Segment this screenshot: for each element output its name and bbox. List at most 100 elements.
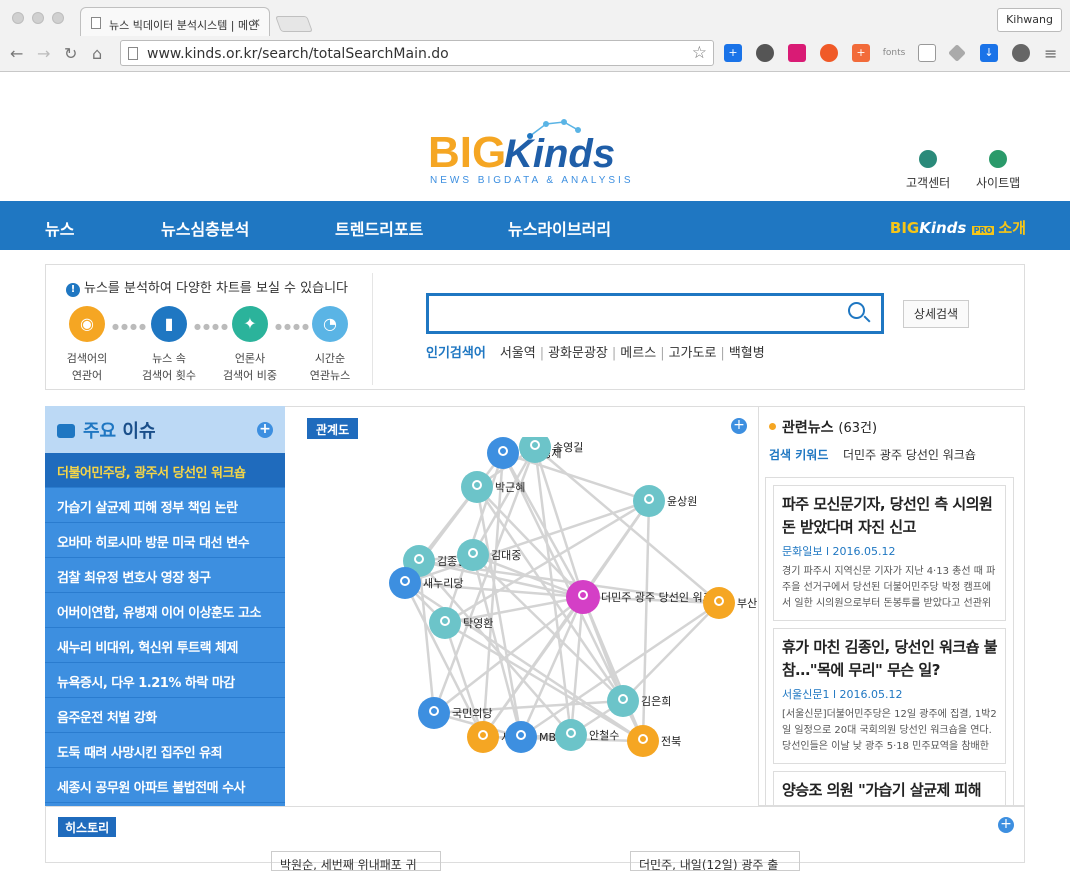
graph-node-circle[interactable]: [389, 567, 421, 599]
search-icon[interactable]: [848, 302, 865, 319]
graph-node-person[interactable]: 윤상원: [633, 485, 697, 517]
popular-keyword[interactable]: 메르스: [620, 346, 656, 361]
relation-graph[interactable]: 한국경제송영길박근혜윤상원김종인김대중새누리당더민주 광주 당선인 워크숍부산탁…: [285, 437, 758, 807]
compass-icon[interactable]: ✦: [232, 306, 268, 342]
popular-keyword[interactable]: 광화문광장: [548, 346, 608, 361]
issue-item[interactable]: 도둑 때려 사망시킨 집주인 유죄: [45, 733, 285, 768]
tool-label-timeline[interactable]: 시간순 연관뉴스: [290, 350, 370, 384]
history-card[interactable]: 더민주, 내일(12일) 광주 출: [630, 851, 800, 871]
issue-item[interactable]: 새누리 비대위, 혁신위 투트랙 체제: [45, 628, 285, 663]
graph-more-icon[interactable]: +: [731, 418, 747, 434]
tool-label-related-words[interactable]: 검색어의 연관어: [47, 350, 127, 384]
logo-kinds-text: Kinds: [504, 132, 615, 176]
menu-icon[interactable]: ≡: [1044, 44, 1057, 63]
settings-gear-icon[interactable]: [1012, 44, 1030, 62]
graph-node-circle[interactable]: [627, 725, 659, 757]
minimize-window-button[interactable]: [32, 12, 44, 24]
customer-center-label: 고객센터: [906, 176, 951, 190]
intro-label: 소개: [998, 219, 1026, 237]
forward-icon[interactable]: →: [37, 44, 50, 63]
nav-news[interactable]: 뉴스: [45, 216, 74, 240]
profile-button[interactable]: Kihwang: [997, 8, 1062, 32]
advanced-search-button[interactable]: 상세검색: [903, 300, 969, 328]
extension-plus-icon[interactable]: +: [724, 44, 742, 62]
issues-title-a: 주요: [83, 421, 117, 442]
graph-node-circle[interactable]: [505, 721, 537, 753]
issue-item[interactable]: 세종시 공무원 아파트 불법전매 수사: [45, 768, 285, 803]
news-card[interactable]: 양승조 의원 "가습기 살균제 피해: [773, 771, 1006, 805]
browser-chrome: 뉴스 빅데이터 분석시스템 | 메인 ✕ Kihwang ← → ↻ ⌂ www…: [0, 0, 1070, 72]
news-card[interactable]: 휴가 마친 김종인, 당선인 워크숍 불참…"목에 무리" 무슨 일? 서울신문…: [773, 628, 1006, 764]
browser-tab[interactable]: 뉴스 빅데이터 분석시스템 | 메인 ✕: [80, 7, 270, 36]
news-headline[interactable]: 휴가 마친 김종인, 당선인 워크숍 불참…"목에 무리" 무슨 일?: [782, 636, 998, 682]
history-more-icon[interactable]: +: [998, 817, 1014, 833]
extension-add-icon[interactable]: +: [852, 44, 870, 62]
customer-center-link[interactable]: 고객센터: [906, 150, 950, 191]
pocket-icon[interactable]: [820, 44, 838, 62]
graph-node-circle[interactable]: [457, 539, 489, 571]
drive-icon[interactable]: [948, 44, 966, 62]
address-bar[interactable]: www.kinds.or.kr/search/totalSearchMain.d…: [120, 40, 714, 66]
history-card[interactable]: 박원순, 세번째 위내패포 귀: [271, 851, 441, 871]
graph-node-circle[interactable]: [461, 471, 493, 503]
issues-more-icon[interactable]: +: [257, 422, 273, 438]
issue-item[interactable]: 어버이연합, 유병재 이어 이상훈도 고소: [45, 593, 285, 628]
home-icon[interactable]: ⌂: [92, 44, 102, 63]
issue-item[interactable]: 뉴욕증시, 다우 1.21% 하락 마감: [45, 663, 285, 698]
nav-trend-report[interactable]: 트렌드리포트: [335, 216, 423, 240]
people-icon[interactable]: ◉: [69, 306, 105, 342]
graph-node-circle[interactable]: [418, 697, 450, 729]
new-tab-button[interactable]: [275, 16, 313, 32]
bigkinds-intro-link[interactable]: BIGKinds PRO 소개: [890, 217, 1026, 238]
news-card[interactable]: 파주 모신문기자, 당선인 측 시의원 돈 받았다며 자진 신고 문화일보 l …: [773, 485, 1006, 621]
clock-icon[interactable]: ◔: [312, 306, 348, 342]
document-icon[interactable]: [918, 44, 936, 62]
search-keyword-value: 더민주 광주 당선인 워크숍: [843, 448, 976, 462]
graph-node-person[interactable]: 김은희: [607, 685, 671, 717]
graph-node-label: 송영길: [553, 441, 583, 454]
evernote-icon[interactable]: [756, 44, 774, 62]
graph-node-place[interactable]: 부산: [703, 587, 757, 619]
graph-node-place[interactable]: 전북: [627, 725, 681, 757]
search-input[interactable]: [426, 293, 884, 334]
logo-big-text: BIG: [428, 128, 506, 177]
issue-item[interactable]: 오바마 히로시마 방문 미국 대선 변수: [45, 523, 285, 558]
graph-node-circle[interactable]: [487, 437, 519, 469]
graph-node-circle[interactable]: [467, 721, 499, 753]
nav-news-library[interactable]: 뉴스라이브러리: [508, 216, 611, 240]
issue-item[interactable]: 가습기 살균제 피해 정부 책임 논란: [45, 488, 285, 523]
zoom-window-button[interactable]: [52, 12, 64, 24]
graph-node-circle[interactable]: [566, 580, 600, 614]
graph-node-circle[interactable]: [607, 685, 639, 717]
news-headline[interactable]: 양승조 의원 "가습기 살균제 피해: [782, 779, 997, 802]
stairs-icon[interactable]: [788, 44, 806, 62]
dots-divider: ●●●●: [194, 322, 230, 331]
close-window-button[interactable]: [12, 12, 24, 24]
tool-label-press-share[interactable]: 언론사 검색어 비중: [210, 350, 290, 384]
graph-node-circle[interactable]: [633, 485, 665, 517]
back-icon[interactable]: ←: [10, 44, 23, 63]
news-headline[interactable]: 파주 모신문기자, 당선인 측 시의원 돈 받았다며 자진 신고: [782, 493, 997, 539]
issue-item[interactable]: 음주운전 처벌 강화: [45, 698, 285, 733]
nav-deep-analysis[interactable]: 뉴스심층분석: [161, 216, 249, 240]
bookmark-star-icon[interactable]: ☆: [692, 43, 707, 63]
fonts-extension-icon[interactable]: fonts: [882, 44, 906, 62]
analysis-info: ! 뉴스를 분석하여 다양한 차트를 보실 수 있습니다: [66, 277, 348, 297]
graph-node-circle[interactable]: [555, 719, 587, 751]
graph-node-label: 김은희: [641, 695, 671, 708]
sitemap-link[interactable]: 사이트맵: [976, 150, 1020, 191]
issue-item[interactable]: 검찰 최유정 변호사 영장 청구: [45, 558, 285, 593]
news-source: 서울신문1 l 2016.05.12: [782, 688, 903, 701]
popular-keyword[interactable]: 백혈병: [729, 346, 765, 361]
bar-chart-icon[interactable]: ▮: [151, 306, 187, 342]
popular-keyword[interactable]: 서울역: [500, 346, 536, 361]
graph-node-circle[interactable]: [703, 587, 735, 619]
issue-item[interactable]: 더불어민주당, 광주서 당선인 워크숍: [45, 453, 305, 488]
reload-icon[interactable]: ↻: [64, 44, 77, 63]
tool-label-keyword-count[interactable]: 뉴스 속 검색어 횟수: [129, 350, 209, 384]
download-icon[interactable]: ↓: [980, 44, 998, 62]
graph-node-circle[interactable]: [429, 607, 461, 639]
bigkinds-logo[interactable]: BIG Kinds NEWS BIGDATA & ANALYSIS: [428, 118, 648, 188]
popular-keyword[interactable]: 고가도로: [669, 346, 717, 361]
close-tab-icon[interactable]: ✕: [251, 16, 261, 30]
